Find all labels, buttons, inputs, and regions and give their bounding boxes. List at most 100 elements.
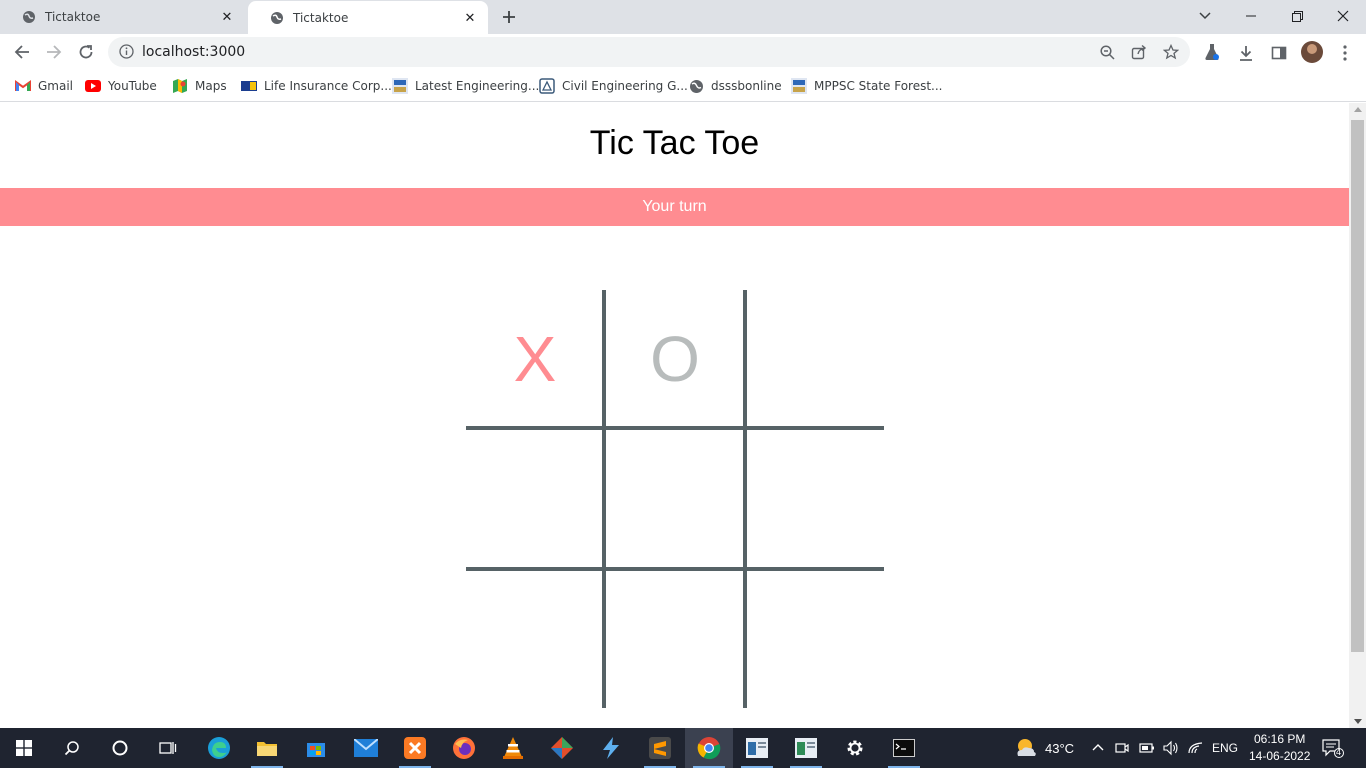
browser-toolbar: localhost:3000 [0,34,1366,71]
info-icon[interactable] [119,44,134,59]
taskbar-mail[interactable] [342,728,390,768]
browser-menu-icon[interactable] [1335,43,1355,63]
chevron-up-icon[interactable] [1092,743,1104,751]
taskbar-app-bolt[interactable] [587,728,635,768]
scroll-down-icon[interactable] [1354,719,1362,724]
lic-icon [241,78,257,94]
globe-icon [688,78,704,94]
side-panel-icon[interactable] [1269,43,1289,63]
taskbar-firefox[interactable] [440,728,488,768]
bookmark-youtube[interactable]: YouTube [85,76,157,96]
clock-date[interactable]: 14-06-2022 [1249,749,1310,763]
address-bar[interactable]: localhost:3000 [108,37,1190,67]
grid-line-horizontal [466,567,884,571]
page-content: Tic Tac Toe Your turn X O [0,103,1349,728]
page-scrollbar[interactable] [1349,103,1366,728]
close-window-button[interactable] [1320,2,1366,30]
meet-now-icon[interactable] [1114,740,1130,756]
taskbar-edge[interactable] [195,728,243,768]
tab-tictaktoe-1[interactable]: Tictaktoe ✕ [0,0,245,34]
weather-icon[interactable] [1014,737,1038,759]
language-indicator[interactable]: ENG [1212,741,1238,755]
board-cell-7[interactable] [466,570,604,708]
tab-title: Tictaktoe [45,10,101,24]
board-cell-8[interactable] [606,570,744,708]
close-tab-icon[interactable]: ✕ [462,10,478,26]
close-tab-icon[interactable]: ✕ [219,9,235,25]
start-button[interactable] [0,728,48,768]
bookmark-dsssbonline[interactable]: dsssbonline [688,76,782,96]
bookmark-label: Maps [195,79,227,93]
gear-icon [847,740,863,756]
terminal-icon [893,739,915,757]
git-gui-icon [551,737,573,759]
window-app-icon [746,738,768,758]
volume-icon[interactable] [1162,740,1180,756]
zoom-icon[interactable] [1098,43,1116,61]
taskbar-file-explorer[interactable] [243,728,291,768]
taskbar-store[interactable] [292,728,340,768]
board-cell-4[interactable] [466,430,604,568]
bookmark-lic[interactable]: Life Insurance Corp... [241,76,392,96]
bookmark-civil-engineering[interactable]: Civil Engineering G... [539,76,688,96]
wifi-icon[interactable] [1188,741,1204,755]
maps-icon [172,78,188,94]
close-icon [1337,10,1349,22]
taskbar-window-1[interactable] [733,728,781,768]
forward-button[interactable] [41,39,67,65]
board-cell-3[interactable] [746,290,884,428]
taskbar-search-button[interactable] [48,728,96,768]
board-cell-6[interactable] [746,430,884,568]
board-cell-5[interactable] [606,430,744,568]
task-view-button[interactable] [144,728,192,768]
tab-tictaktoe-2[interactable]: Tictaktoe ✕ [248,1,488,34]
url-text[interactable]: localhost:3000 [142,44,245,60]
window-app-icon [795,738,817,758]
downloads-icon[interactable] [1236,43,1256,63]
grid-line-horizontal [466,426,884,430]
bookmark-mppsc[interactable]: MPPSC State Forest... [791,76,942,96]
vlc-icon [503,737,523,759]
taskbar-git[interactable] [538,728,586,768]
tab-search-button[interactable] [1182,2,1228,30]
taskbar-sublime[interactable] [636,728,684,768]
minimize-button[interactable] [1228,2,1274,30]
taskbar-terminal[interactable] [880,728,928,768]
sublime-text-icon [649,737,671,759]
globe-icon [23,11,35,23]
battery-icon[interactable] [1139,741,1155,755]
plus-icon [503,11,515,23]
globe-icon [271,11,283,24]
restore-button[interactable] [1274,2,1320,30]
scroll-up-icon[interactable] [1354,107,1362,112]
profile-avatar[interactable] [1301,41,1323,63]
folder-icon [257,742,277,756]
board-cell-1[interactable]: X [466,290,604,428]
scrollbar-thumb[interactable] [1351,120,1364,652]
bookmark-gmail[interactable]: Gmail [15,76,73,96]
weather-temperature[interactable]: 43°C [1045,741,1074,756]
turn-status-bar: Your turn [0,188,1349,226]
back-button[interactable] [9,39,35,65]
new-tab-button[interactable] [497,5,521,29]
windows-logo-icon [16,740,32,756]
taskbar-xampp[interactable] [391,728,439,768]
game-board: X O [466,290,884,708]
clock-time[interactable]: 06:16 PM [1254,732,1305,746]
taskbar-settings[interactable] [831,728,879,768]
xampp-icon [404,737,426,759]
taskbar-chrome[interactable] [685,728,733,768]
cortana-button[interactable] [96,728,144,768]
board-cell-9[interactable] [746,570,884,708]
bookmark-latest-engineering[interactable]: Latest Engineering... [392,76,539,96]
bookmark-star-icon[interactable] [1162,43,1180,61]
taskbar-window-2[interactable] [782,728,830,768]
board-cell-2[interactable]: O [606,290,744,428]
windows-taskbar: 43°C ENG 06:16 PM 14-06-2022 4 [0,728,1366,768]
arrow-right-icon [47,45,62,59]
taskbar-vlc[interactable] [489,728,537,768]
share-icon[interactable] [1130,43,1148,61]
labs-flask-icon[interactable] [1202,42,1222,62]
bookmark-maps[interactable]: Maps [172,76,227,96]
reload-button[interactable] [73,39,99,65]
